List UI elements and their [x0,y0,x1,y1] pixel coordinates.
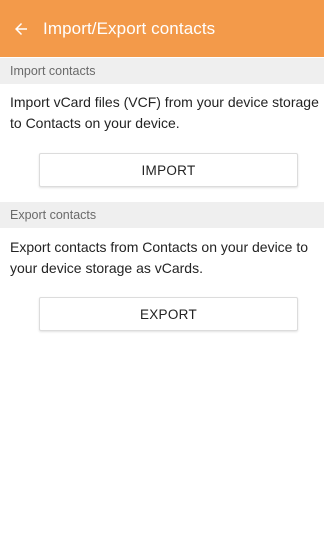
import-section-header: Import contacts [0,58,324,84]
import-description: Import vCard files (VCF) from your devic… [10,94,319,131]
app-bar: Import/Export contacts [0,0,324,57]
back-button[interactable] [1,0,41,57]
page-title: Import/Export contacts [43,18,216,38]
export-button[interactable]: EXPORT [39,297,298,331]
export-description: Export contacts from Contacts on your de… [10,239,309,276]
import-button[interactable]: IMPORT [39,153,298,187]
export-section-header: Export contacts [0,202,324,228]
arrow-left-icon [15,22,27,35]
